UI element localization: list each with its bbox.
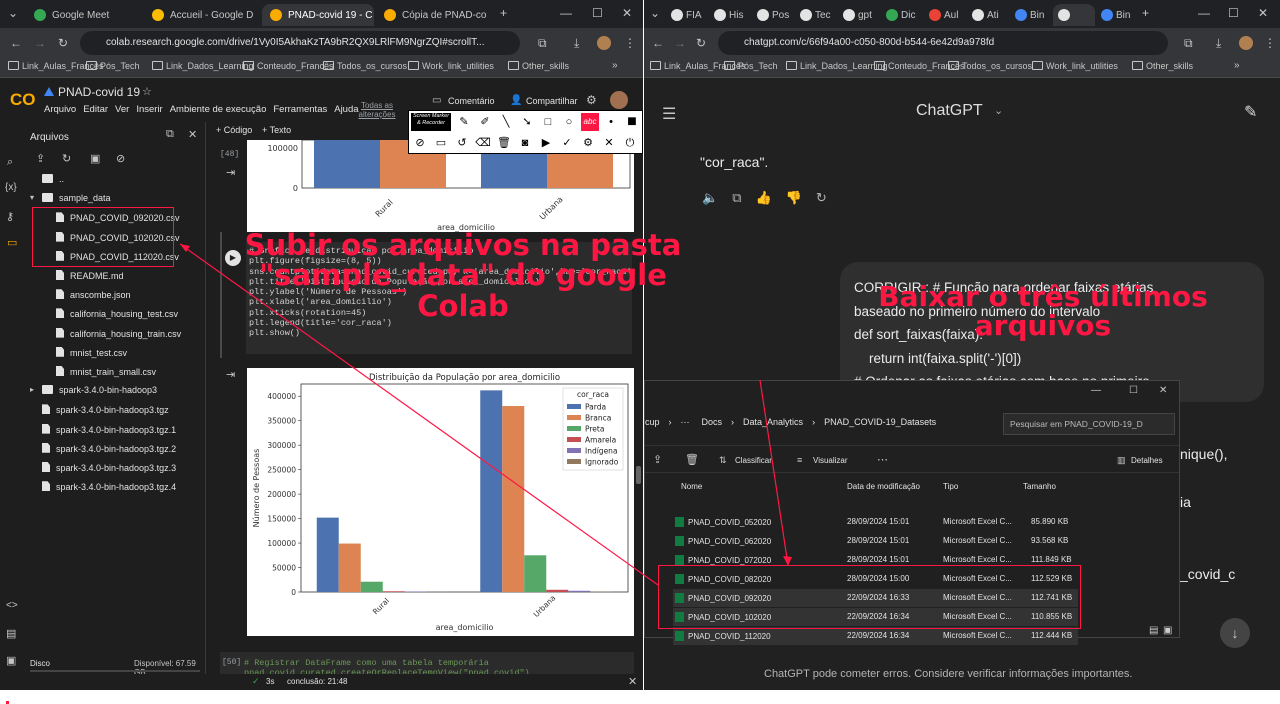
arrow-to-explorer	[759, 379, 789, 566]
annotation-upload: Subir os arquivos na pasta "sample_data"…	[244, 228, 682, 323]
arrow-head	[783, 556, 792, 566]
annotation-download: Baixar o três últimos arquivos	[878, 280, 1208, 343]
annotation-arrows	[179, 243, 792, 586]
